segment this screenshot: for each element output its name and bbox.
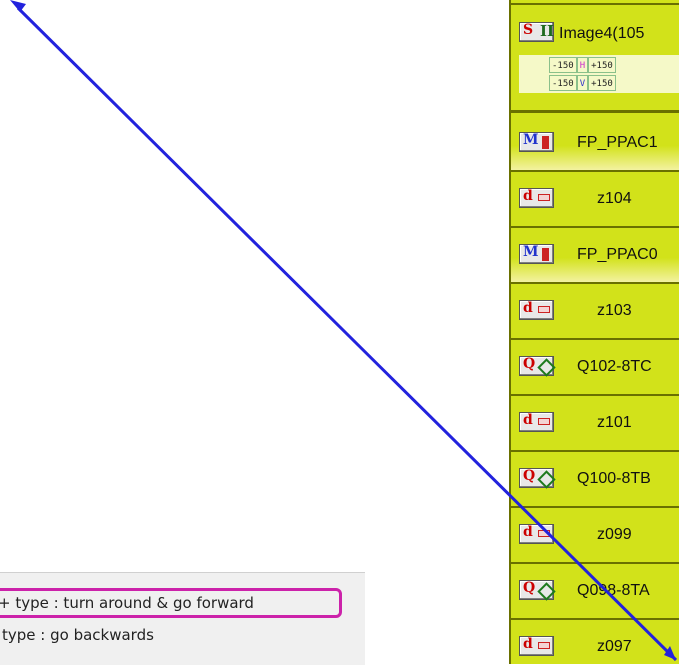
quadrupole-icon: Q <box>523 356 536 372</box>
drift-icon: d <box>523 300 533 316</box>
beamline-panel: S II Image4(105 -150 H +150 -150 V +150 M FP_… <box>509 0 679 664</box>
element-type-button[interactable]: d <box>519 524 554 544</box>
element-type-button[interactable]: M <box>519 244 554 264</box>
element-label: z099 <box>597 526 632 543</box>
element-type-button[interactable]: d <box>519 188 554 208</box>
element-label: FP_PPAC1 <box>577 134 658 151</box>
monitor-icon: M <box>523 244 539 260</box>
drift-icon: d <box>523 636 533 652</box>
range-h-max[interactable]: +150 <box>588 57 616 73</box>
quadrupole-icon: Q <box>523 468 536 484</box>
quad-diamond-icon <box>537 470 556 489</box>
element-type-button[interactable]: Q <box>519 468 556 489</box>
range-v-min[interactable]: -150 <box>549 75 577 91</box>
range-h-min[interactable]: -150 <box>549 57 577 73</box>
element-row[interactable]: M FP_PPAC1 <box>511 116 679 172</box>
monitor-icon: M <box>523 132 539 148</box>
quadrupole-icon: Q <box>523 580 536 596</box>
element-label: Q098-8TA <box>577 582 650 599</box>
element-type-button[interactable]: d <box>519 636 554 656</box>
element-row[interactable]: d z104 <box>511 172 679 228</box>
element-row[interactable]: Q Q098-8TA <box>511 564 679 620</box>
drift-icon: d <box>523 412 533 428</box>
element-type-button[interactable]: d <box>519 412 554 432</box>
image-title: Image4(105 <box>559 25 645 42</box>
drift-icon: d <box>523 188 533 204</box>
element-label: Q100-8TB <box>577 470 651 487</box>
element-row[interactable]: Q Q100-8TB <box>511 452 679 508</box>
range-v-max[interactable]: +150 <box>588 75 616 91</box>
element-type-button[interactable]: M <box>519 132 554 152</box>
monitor-bar-icon <box>542 248 549 261</box>
range-v-axis: V <box>576 75 589 91</box>
roman-two-icon: II <box>540 22 555 40</box>
quad-diamond-icon <box>537 582 556 601</box>
drift-rect-icon <box>538 530 550 537</box>
range-box: -150 H +150 -150 V +150 <box>519 55 679 93</box>
element-type-button[interactable]: Q <box>519 356 556 377</box>
quad-diamond-icon <box>537 358 556 377</box>
element-label: z097 <box>597 638 632 655</box>
range-row-h: -150 H +150 <box>549 57 616 73</box>
element-row[interactable]: Q Q102-8TC <box>511 340 679 396</box>
menu-item-go-backwards[interactable]: type : go backwards <box>2 623 154 647</box>
drift-icon: d <box>523 524 533 540</box>
element-type-button[interactable]: Q <box>519 580 556 601</box>
element-row[interactable]: d z103 <box>511 284 679 340</box>
element-label: z101 <box>597 414 632 431</box>
element-row[interactable]: d z099 <box>511 508 679 564</box>
drift-rect-icon <box>538 306 550 313</box>
monitor-bar-icon <box>542 136 549 149</box>
drift-rect-icon <box>538 194 550 201</box>
arrow-head-top <box>10 0 26 12</box>
range-row-v: -150 V +150 <box>549 75 616 91</box>
element-type-button[interactable]: d <box>519 300 554 320</box>
image-header-row[interactable]: S II Image4(105 -150 H +150 -150 V +150 <box>511 5 679 113</box>
element-label: Q102-8TC <box>577 358 652 375</box>
element-row[interactable]: d z101 <box>511 396 679 452</box>
element-label: z103 <box>597 302 632 319</box>
drift-rect-icon <box>538 642 550 649</box>
element-label: FP_PPAC0 <box>577 246 658 263</box>
context-menu: + type : turn around & go forward type :… <box>0 572 365 665</box>
element-row[interactable]: d z097 <box>511 620 679 664</box>
element-label: z104 <box>597 190 632 207</box>
image-type-button[interactable]: S II <box>519 22 554 42</box>
drift-rect-icon <box>538 418 550 425</box>
highlight-box <box>0 588 342 618</box>
s-icon: S <box>523 22 534 38</box>
element-row[interactable]: M FP_PPAC0 <box>511 228 679 284</box>
range-h-axis: H <box>576 57 589 73</box>
